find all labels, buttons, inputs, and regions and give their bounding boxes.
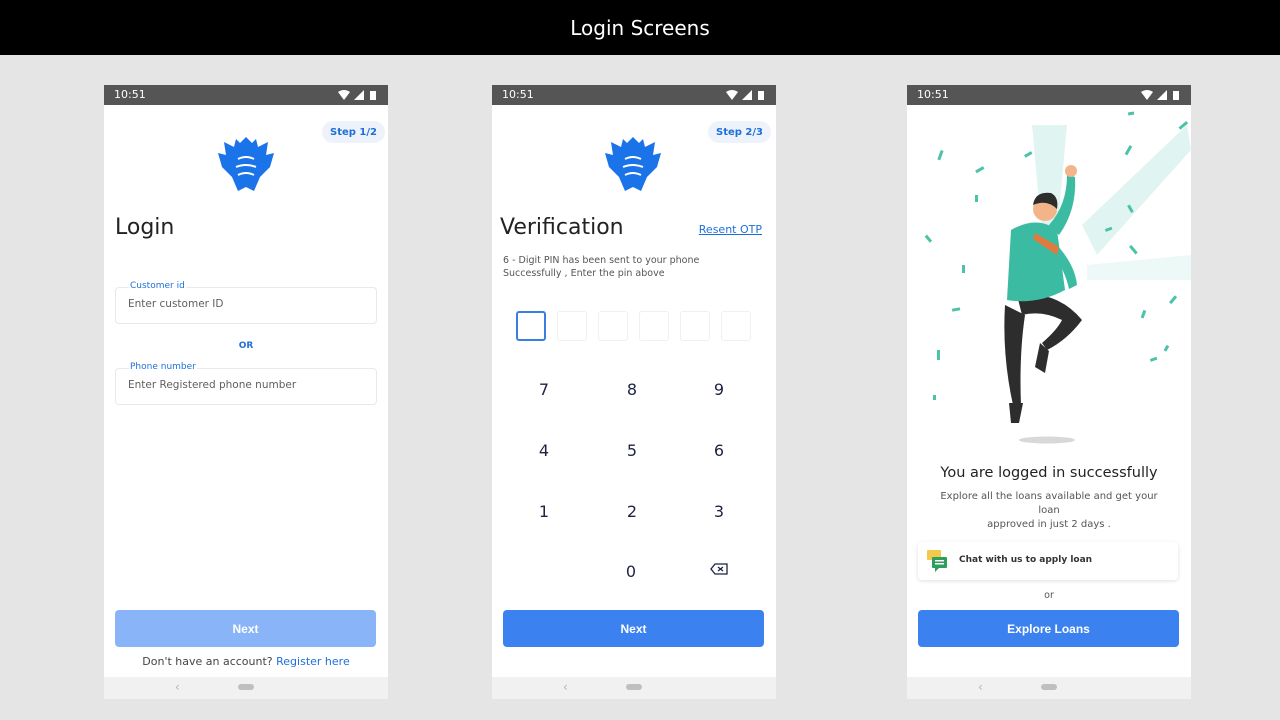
status-icons: [1141, 90, 1179, 100]
otp-digit-box[interactable]: [680, 311, 710, 341]
resend-otp-link[interactable]: Resent OTP: [699, 223, 762, 236]
login-title: Login: [115, 215, 175, 240]
customer-id-input[interactable]: [128, 298, 358, 310]
back-icon[interactable]: ‹: [978, 680, 983, 694]
keypad-key-8[interactable]: 8: [612, 380, 652, 399]
chat-card[interactable]: Chat with us to apply loan: [918, 542, 1178, 580]
step-indicator: Step 2/3: [708, 121, 771, 143]
celebration-illustration: [924, 111, 1191, 444]
eagle-logo-icon: [605, 137, 661, 191]
otp-digit-box[interactable]: [639, 311, 669, 341]
chat-label: Chat with us to apply loan: [959, 555, 1093, 565]
otp-note-line1: 6 - Digit PIN has been sent to your phon…: [503, 255, 700, 266]
nav-bar: ‹: [907, 677, 1191, 699]
phone-number-label: Phone number: [129, 362, 197, 372]
keypad-key-0[interactable]: 0: [611, 562, 651, 581]
status-bar: 10:51: [104, 85, 388, 105]
backspace-icon[interactable]: [710, 563, 728, 575]
status-time: 10:51: [502, 88, 534, 101]
status-icons: [338, 90, 376, 100]
explore-loans-button[interactable]: Explore Loans: [918, 610, 1179, 647]
otp-digit-box[interactable]: [721, 311, 751, 341]
nav-bar: ‹: [104, 677, 388, 699]
customer-id-field[interactable]: Customer id: [115, 281, 377, 324]
success-title: You are logged in successfully: [940, 465, 1158, 481]
success-subtitle-line2: approved in just 2 days .: [987, 519, 1111, 530]
keypad-key-5[interactable]: 5: [612, 441, 652, 460]
success-subtitle: Explore all the loans available and get …: [929, 490, 1169, 532]
eagle-logo-icon: [218, 137, 274, 191]
verification-title: Verification: [500, 215, 624, 240]
otp-digit-box[interactable]: [557, 311, 587, 341]
success-subtitle-line1: Explore all the loans available and get …: [940, 491, 1158, 516]
home-pill-icon[interactable]: [626, 684, 642, 690]
back-icon[interactable]: ‹: [563, 680, 568, 694]
phone-number-input[interactable]: [128, 379, 358, 391]
customer-id-label: Customer id: [129, 281, 186, 291]
status-icons: [726, 90, 764, 100]
otp-digit-box[interactable]: [516, 311, 546, 341]
home-pill-icon[interactable]: [238, 684, 254, 690]
signal-icon: [742, 90, 752, 100]
keypad-key-6[interactable]: 6: [699, 441, 739, 460]
register-link[interactable]: Register here: [276, 655, 350, 668]
no-account-text: Don't have an account?: [142, 655, 273, 668]
or-separator: or: [1044, 590, 1054, 601]
otp-note-line2: Successfully , Enter the pin above: [503, 268, 665, 279]
phone-number-field[interactable]: Phone number: [115, 362, 377, 405]
login-screen: 10:51 Step 1/2 Login Customer id OR Phon…: [104, 85, 388, 699]
battery-icon: [1173, 91, 1179, 100]
next-button[interactable]: Next: [503, 610, 764, 647]
keypad-key-1[interactable]: 1: [524, 502, 564, 521]
wifi-icon: [1141, 90, 1153, 100]
page-title: Login Screens: [0, 0, 1280, 55]
battery-icon: [370, 91, 376, 100]
status-time: 10:51: [917, 88, 949, 101]
status-bar: 10:51: [492, 85, 776, 105]
next-button[interactable]: Next: [115, 610, 376, 647]
keypad-key-2[interactable]: 2: [612, 502, 652, 521]
keypad-key-4[interactable]: 4: [524, 441, 564, 460]
success-screen: 10:51 You are logged in successfully Exp…: [907, 85, 1191, 699]
home-pill-icon[interactable]: [1041, 684, 1057, 690]
back-icon[interactable]: ‹: [175, 680, 180, 694]
otp-note: 6 - Digit PIN has been sent to your phon…: [503, 254, 713, 280]
otp-digit-box[interactable]: [598, 311, 628, 341]
verification-screen: 10:51 Step 2/3 Verification Resent OTP 6…: [492, 85, 776, 699]
register-prompt: Don't have an account? Register here: [104, 655, 388, 668]
chat-bubbles-icon: [927, 550, 947, 572]
nav-bar: ‹: [492, 677, 776, 699]
signal-icon: [1157, 90, 1167, 100]
wifi-icon: [726, 90, 738, 100]
status-bar: 10:51: [907, 85, 1191, 105]
battery-icon: [758, 91, 764, 100]
keypad-key-7[interactable]: 7: [524, 380, 564, 399]
signal-icon: [354, 90, 364, 100]
wifi-icon: [338, 90, 350, 100]
or-separator: OR: [238, 341, 254, 351]
step-indicator: Step 1/2: [322, 121, 385, 143]
keypad-key-3[interactable]: 3: [699, 502, 739, 521]
keypad-key-9[interactable]: 9: [699, 380, 739, 399]
status-time: 10:51: [114, 88, 146, 101]
